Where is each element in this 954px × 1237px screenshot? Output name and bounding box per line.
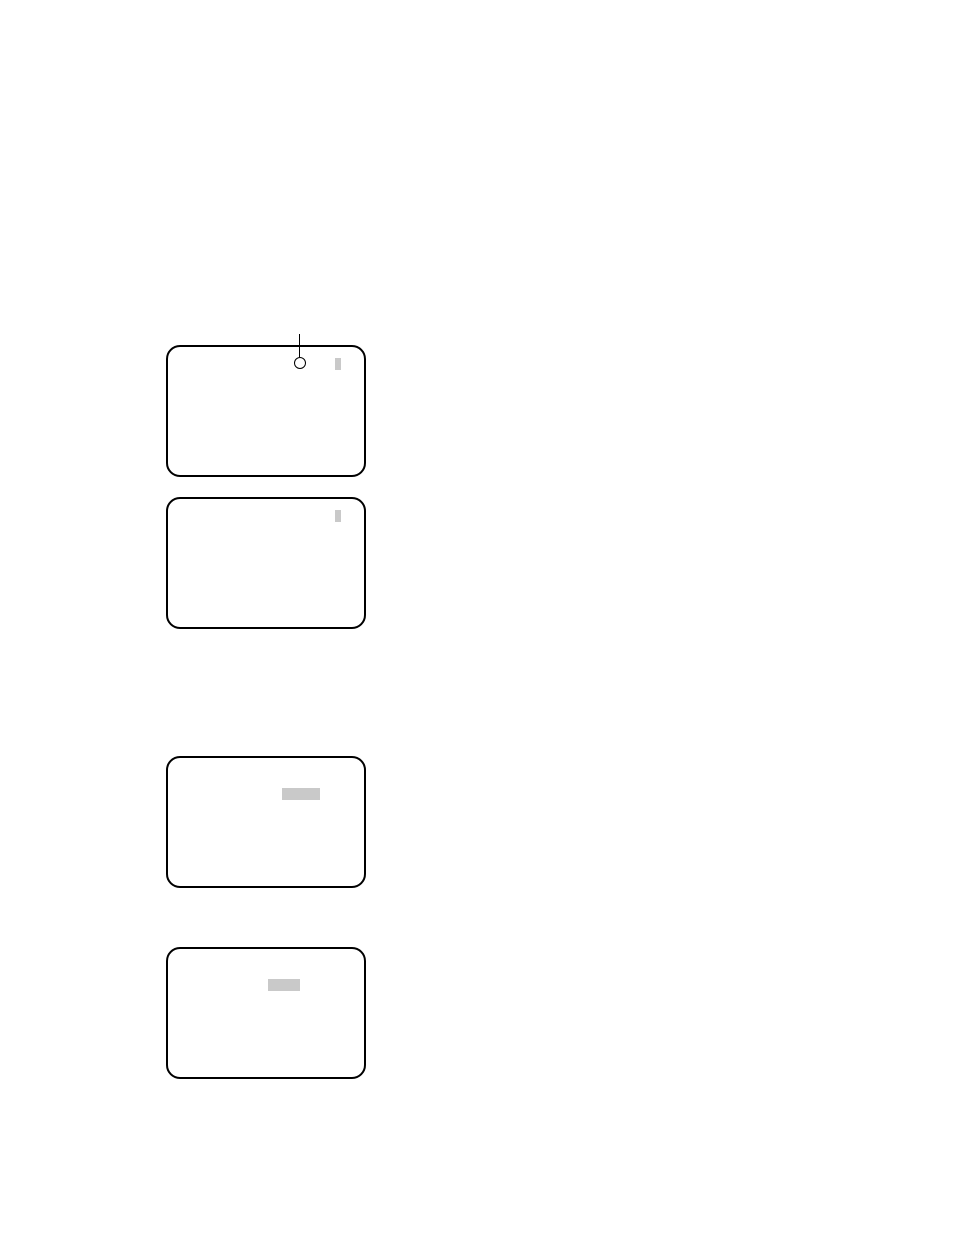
page-canvas [0,0,954,1237]
screen-1-indicator [335,358,341,370]
callout-pointer-circle [294,357,306,369]
display-screen-4 [166,947,366,1079]
display-screen-3 [166,756,366,888]
callout-pointer-line [299,334,300,357]
screen-4-highlight-bar [268,979,300,991]
screen-3-highlight-bar [282,788,320,800]
screen-2-indicator [335,510,341,522]
